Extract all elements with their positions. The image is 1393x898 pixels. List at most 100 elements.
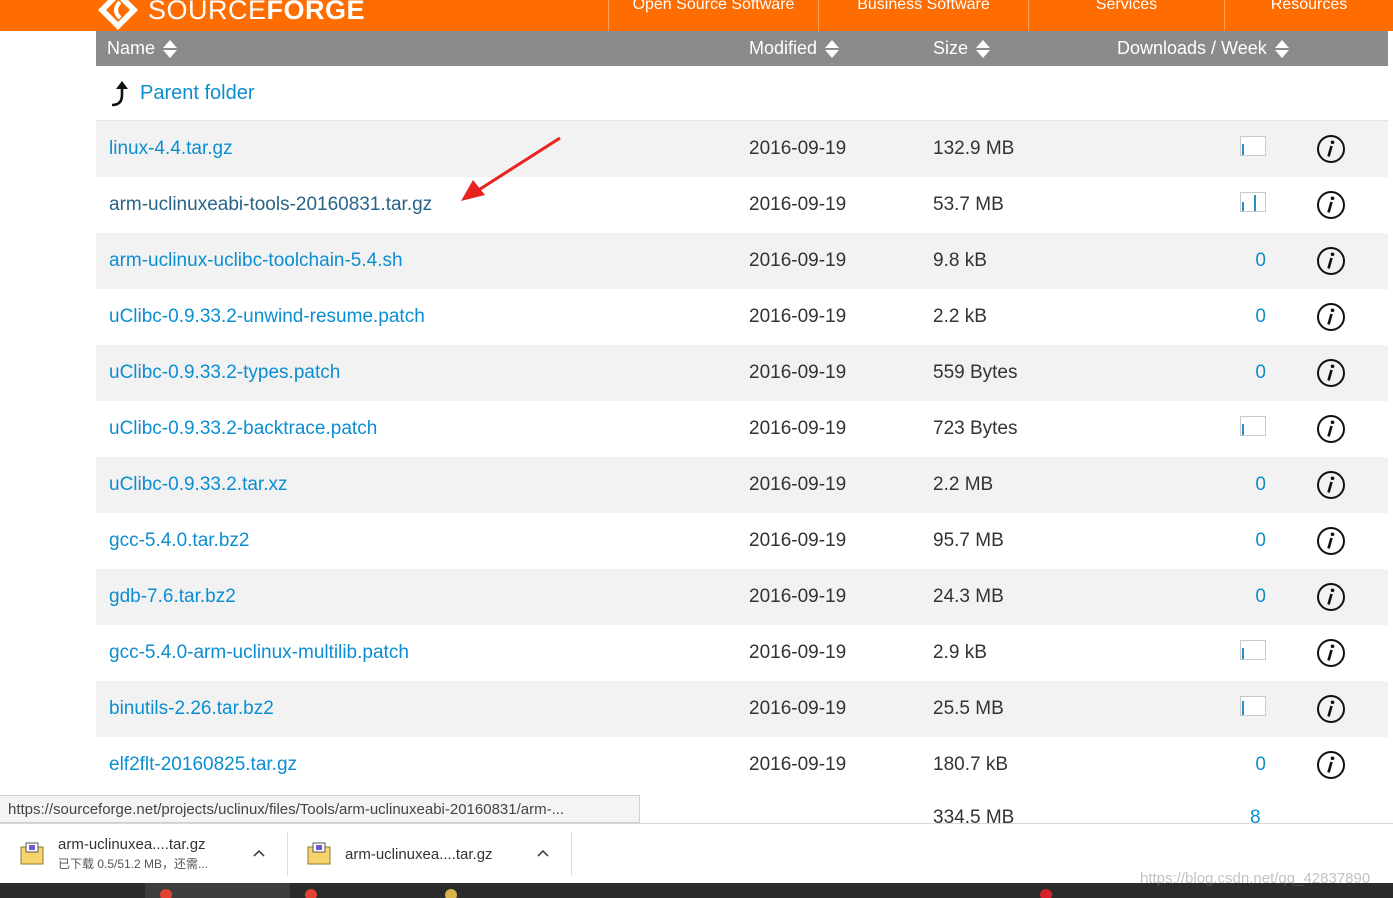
sourceforge-logo[interactable]: SOURCEFORGE (96, 0, 365, 30)
info-icon (1317, 359, 1345, 387)
file-name-link[interactable]: gdb-7.6.tar.bz2 (109, 569, 236, 625)
table-row: uClibc-0.9.33.2-types.patch 2016-09-19 5… (96, 345, 1388, 401)
chevron-up-icon[interactable] (252, 846, 266, 860)
file-info-button[interactable] (1316, 177, 1348, 233)
download-item[interactable]: arm-uclinuxea....tar.gz 已下载 0.5/51.2 MB，… (20, 824, 208, 884)
app-icon (305, 889, 317, 898)
logo-wordmark: SOURCEFORGE (148, 0, 365, 24)
file-name-link[interactable]: uClibc-0.9.33.2-backtrace.patch (109, 401, 377, 457)
column-header-label: Modified (749, 38, 818, 58)
file-info-button[interactable] (1316, 737, 1348, 793)
file-name-link[interactable]: uClibc-0.9.33.2-unwind-resume.patch (109, 289, 425, 345)
parent-folder-row: Parent folder (96, 66, 1388, 121)
file-modified: 2016-09-19 (749, 642, 847, 663)
archive-file-icon (307, 842, 331, 865)
file-downloads-link[interactable]: 0 (1176, 457, 1266, 513)
parent-folder-label: Parent folder (140, 82, 255, 104)
file-downloads-link[interactable]: 0 (1176, 289, 1266, 345)
column-header-label: Name (107, 38, 156, 58)
column-header-size[interactable]: Size (933, 31, 991, 66)
file-size: 559 Bytes (933, 362, 1018, 383)
file-modified: 2016-09-19 (749, 586, 847, 607)
nav-resources[interactable]: Resources (1224, 0, 1393, 31)
file-info-button[interactable] (1316, 457, 1348, 513)
file-rows: linux-4.4.tar.gz 2016-09-19 132.9 MB 1 a… (96, 121, 1388, 793)
file-name-link[interactable]: arm-uclinux-uclibc-toolchain-5.4.sh (109, 233, 403, 289)
downloads-sparkline (1240, 192, 1266, 212)
file-info-button[interactable] (1316, 345, 1348, 401)
file-info-button[interactable] (1316, 513, 1348, 569)
file-modified: 2016-09-19 (749, 306, 847, 327)
downloads-sparkline (1240, 696, 1266, 716)
info-icon (1317, 527, 1345, 555)
sort-arrows-icon (1274, 39, 1289, 59)
file-info-button[interactable] (1316, 121, 1348, 177)
download-item[interactable]: arm-uclinuxea....tar.gz (307, 824, 493, 884)
sort-arrows-icon (976, 39, 991, 59)
sparkline-bar (1242, 701, 1244, 715)
file-name-link[interactable]: uClibc-0.9.33.2.tar.xz (109, 457, 287, 513)
column-header-label: Size (933, 38, 969, 58)
file-info-button[interactable] (1316, 625, 1348, 681)
file-name-link[interactable]: binutils-2.26.tar.bz2 (109, 681, 274, 737)
file-info-button[interactable] (1316, 289, 1348, 345)
nav-services[interactable]: Services (1028, 0, 1224, 31)
shelf-divider (571, 832, 572, 876)
table-row: gdb-7.6.tar.bz2 2016-09-19 24.3 MB 0 (96, 569, 1388, 625)
shelf-divider (287, 832, 288, 876)
sparkline-bar (1242, 202, 1244, 211)
column-header-name[interactable]: Name (107, 31, 178, 66)
table-row: gcc-5.4.0.tar.bz2 2016-09-19 95.7 MB 0 (96, 513, 1388, 569)
nav-label: Services (1095, 0, 1158, 13)
files-table: Name Modified Size Downloads / Week Pare… (96, 31, 1388, 828)
logo-text-forge: FORGE (266, 0, 366, 25)
file-info-button[interactable] (1316, 681, 1348, 737)
file-info-button[interactable] (1316, 569, 1348, 625)
file-downloads-link[interactable]: 0 (1176, 233, 1266, 289)
nav-business-software[interactable]: Business Software (818, 0, 1028, 31)
file-downloads-link[interactable]: 0 (1176, 513, 1266, 569)
download-filename: arm-uclinuxea....tar.gz (345, 845, 493, 863)
sparkline-bar (1242, 144, 1244, 155)
link-status-url: https://sourceforge.net/projects/uclinux… (0, 795, 640, 823)
nav-label: Resources (1270, 0, 1348, 13)
parent-folder-link[interactable]: Parent folder (108, 66, 255, 121)
file-downloads-link[interactable]: 0 (1176, 345, 1266, 401)
downloads-sparkline (1240, 416, 1266, 436)
file-size: 132.9 MB (933, 138, 1015, 159)
file-modified: 2016-09-19 (749, 250, 847, 271)
file-size: 2.2 MB (933, 474, 994, 495)
info-icon (1317, 303, 1345, 331)
file-name-link[interactable]: linux-4.4.tar.gz (109, 121, 233, 177)
nav-label: Open Source Software (632, 0, 795, 13)
table-row: gcc-5.4.0-arm-uclinux-multilib.patch 201… (96, 625, 1388, 681)
info-icon (1317, 583, 1345, 611)
file-modified: 2016-09-19 (749, 362, 847, 383)
file-name-link[interactable]: uClibc-0.9.33.2-types.patch (109, 345, 340, 401)
chevron-up-icon[interactable] (536, 846, 550, 860)
table-row: uClibc-0.9.33.2-unwind-resume.patch 2016… (96, 289, 1388, 345)
table-row: uClibc-0.9.33.2-backtrace.patch 2016-09-… (96, 401, 1388, 457)
file-downloads-link[interactable]: 0 (1176, 737, 1266, 793)
file-size: 95.7 MB (933, 530, 1004, 551)
download-info: arm-uclinuxea....tar.gz (345, 846, 493, 863)
info-icon (1317, 247, 1345, 275)
file-modified: 2016-09-19 (749, 474, 847, 495)
file-name-link[interactable]: arm-uclinuxeabi-tools-20160831.tar.gz (109, 177, 432, 233)
info-icon (1317, 639, 1345, 667)
file-name-link[interactable]: gcc-5.4.0.tar.bz2 (109, 513, 249, 569)
sparkline-bar (1254, 195, 1256, 211)
file-name-link[interactable]: gcc-5.4.0-arm-uclinux-multilib.patch (109, 625, 409, 681)
nav-label: Business Software (857, 0, 990, 13)
file-name-link[interactable]: elf2flt-20160825.tar.gz (109, 737, 297, 793)
table-row: arm-uclinuxeabi-tools-20160831.tar.gz 20… (96, 177, 1388, 233)
info-icon (1317, 135, 1345, 163)
file-modified: 2016-09-19 (749, 530, 847, 551)
file-info-button[interactable] (1316, 233, 1348, 289)
sparkline-bar (1242, 424, 1244, 435)
column-header-modified[interactable]: Modified (749, 31, 840, 66)
file-downloads-link[interactable]: 0 (1176, 569, 1266, 625)
column-header-downloads[interactable]: Downloads / Week (1117, 31, 1289, 66)
nav-open-source-software[interactable]: Open Source Software (608, 0, 818, 31)
file-info-button[interactable] (1316, 401, 1348, 457)
